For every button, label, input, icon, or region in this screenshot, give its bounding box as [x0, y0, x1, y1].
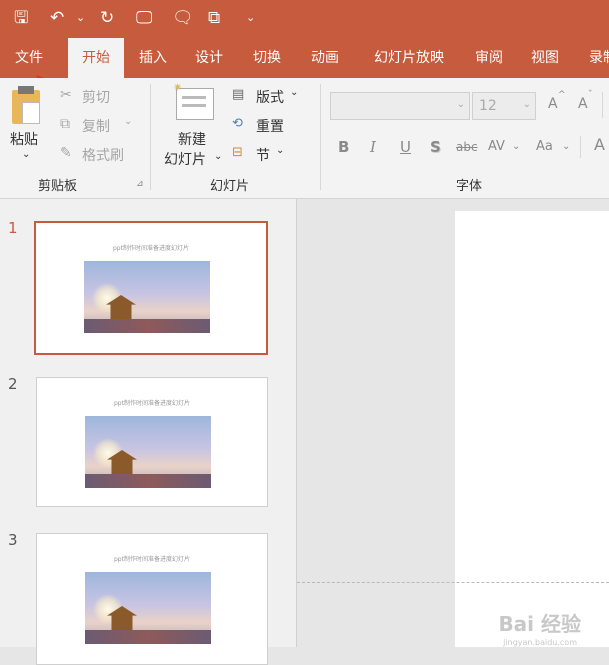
text-shadow-button[interactable]: S	[430, 138, 441, 156]
new-slide-icon[interactable]: ✷	[173, 82, 214, 120]
format-painter-icon: ✎	[60, 145, 72, 161]
divider	[602, 92, 603, 118]
character-spacing-button[interactable]: AV	[488, 139, 505, 154]
clipboard-group-label: 剪贴板	[38, 179, 78, 194]
baidu-watermark-url: jingyan.baidu.com	[503, 638, 577, 647]
layout-dropdown-icon[interactable]: ⌄	[290, 87, 298, 98]
cut-icon: ✂	[60, 87, 72, 103]
shrink-font-button[interactable]: A	[578, 96, 588, 112]
strikethrough-button[interactable]: abc	[456, 140, 478, 154]
forbidden-city-image	[85, 572, 211, 644]
clipboard-launcher-icon[interactable]: ⊿	[136, 179, 144, 189]
divider	[580, 136, 581, 158]
slide-thumbnail-3[interactable]: ppt制作时间准备进度幻灯片	[36, 533, 268, 665]
font-size-value: 12	[479, 98, 497, 114]
slide-thumbnails-pane: 1 ppt制作时间准备进度幻灯片 2 ppt制作时间准备进度幻灯片 3 ppt制…	[0, 199, 297, 665]
slide-editor	[297, 199, 609, 647]
copy-icon: ⧉	[60, 116, 70, 132]
copy-button[interactable]: 复制	[82, 116, 110, 136]
slide-title: ppt制作时间准备进度幻灯片	[114, 556, 190, 563]
notes-divider	[297, 582, 609, 583]
slides-group-label: 幻灯片	[210, 179, 250, 194]
slide-title: ppt制作时间准备进度幻灯片	[114, 400, 190, 407]
layout-button[interactable]: 版式	[256, 87, 284, 107]
font-name-box[interactable]: ⌄	[330, 92, 470, 120]
slide-number: 2	[8, 375, 18, 393]
italic-button[interactable]: I	[370, 138, 376, 156]
new-slide-dropdown-icon[interactable]: ⌄	[214, 151, 222, 162]
new-slide-label[interactable]: 新建	[178, 129, 206, 149]
ribbon-home: 粘贴 ⌄ ✂ 剪切 ⧉ 复制 ⌄ ✎ 格式刷 剪贴板 ⊿ ✷ 新建 幻灯片 ⌄ …	[0, 78, 609, 199]
section-icon: ⊟	[232, 145, 243, 160]
layout-icon: ▤	[232, 87, 245, 102]
paste-button[interactable]: 粘贴	[10, 129, 38, 149]
font-group-label: 字体	[456, 179, 483, 194]
font-size-dropdown-icon[interactable]: ⌄	[523, 99, 531, 110]
group-divider	[320, 84, 321, 190]
clear-formatting-button[interactable]: A	[594, 135, 605, 154]
forbidden-city-image	[84, 261, 210, 333]
character-spacing-dropdown-icon[interactable]: ⌄	[512, 141, 520, 152]
slide-thumbnail-1[interactable]: ppt制作时间准备进度幻灯片	[34, 221, 268, 355]
font-size-box[interactable]: 12 ⌄	[472, 92, 536, 120]
baidu-watermark: Bai 经验	[498, 612, 581, 636]
grow-font-button[interactable]: A	[548, 96, 558, 112]
reset-icon: ⟲	[232, 116, 243, 131]
change-case-button[interactable]: Aa	[536, 139, 553, 154]
forbidden-city-image	[85, 416, 211, 488]
slide-title: ppt制作时间准备进度幻灯片	[113, 245, 189, 252]
copy-dropdown-icon[interactable]: ⌄	[124, 116, 132, 127]
slide-number: 1	[8, 219, 18, 237]
new-slide-label-2[interactable]: 幻灯片	[164, 149, 206, 169]
paste-clipboard-icon[interactable]	[12, 86, 40, 124]
change-case-dropdown-icon[interactable]: ⌄	[562, 141, 570, 152]
reset-button[interactable]: 重置	[256, 116, 284, 136]
cut-button[interactable]: 剪切	[82, 87, 110, 107]
bold-button[interactable]: B	[338, 138, 349, 156]
section-dropdown-icon[interactable]: ⌄	[276, 145, 284, 156]
group-divider	[150, 84, 151, 190]
slide-thumbnail-2[interactable]: ppt制作时间准备进度幻灯片	[36, 377, 268, 507]
grow-font-icon: ^	[558, 90, 566, 100]
paste-dropdown-icon[interactable]: ⌄	[22, 149, 30, 160]
section-button[interactable]: 节	[256, 145, 270, 165]
format-painter-button[interactable]: 格式刷	[82, 145, 124, 165]
font-name-dropdown-icon[interactable]: ⌄	[457, 99, 465, 110]
slide-number: 3	[8, 531, 18, 549]
shrink-font-icon: ˇ	[588, 90, 593, 100]
underline-button[interactable]: U	[400, 138, 411, 156]
